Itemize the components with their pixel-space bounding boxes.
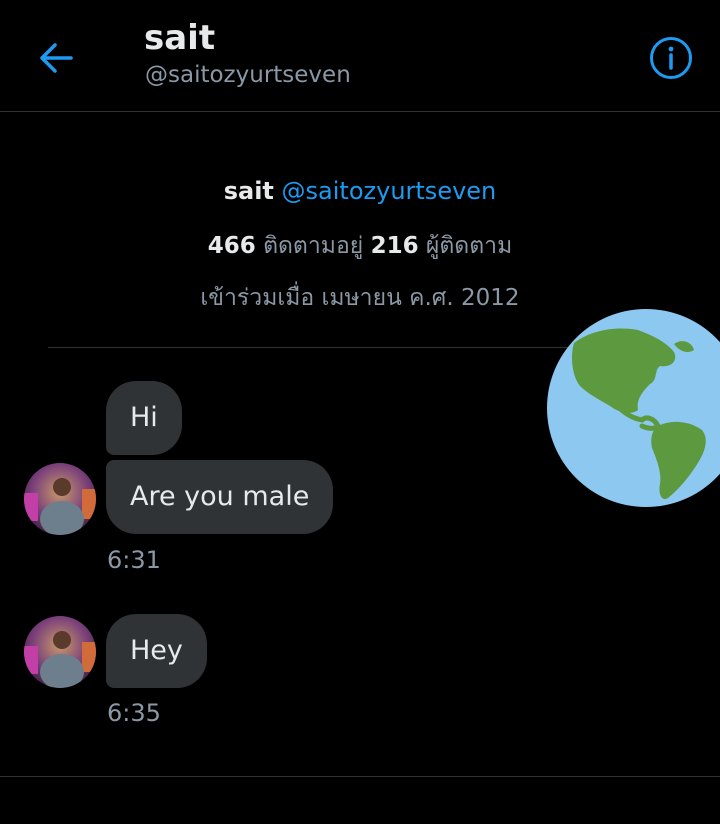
message-timestamp: 6:35 xyxy=(107,699,161,727)
message-text: Hey xyxy=(130,635,183,666)
message-text: Hi xyxy=(130,402,158,433)
followers-count: 216 xyxy=(370,233,419,259)
message-bubble[interactable]: Hey xyxy=(106,614,207,688)
back-button[interactable] xyxy=(34,38,78,78)
followers-label: ผู้ติดตาม xyxy=(425,233,513,259)
message-timestamp: 6:31 xyxy=(107,546,161,574)
earth-globe-icon xyxy=(547,309,720,507)
message-bubble[interactable]: Hi xyxy=(106,381,182,455)
back-arrow-icon xyxy=(40,43,73,73)
profile-handle: @saitozyurtseven xyxy=(281,177,497,205)
sender-avatar[interactable] xyxy=(24,616,96,688)
conversation-handle[interactable]: @saitozyurtseven xyxy=(145,60,351,90)
following-label: ติดตามอยู่ xyxy=(263,233,364,259)
composer-divider xyxy=(0,776,720,777)
message-text: Are you male xyxy=(130,481,310,512)
following-count: 466 xyxy=(207,233,256,259)
profile-stats: 466 ติดตามอยู่ 216 ผู้ติดตาม xyxy=(0,229,720,263)
sender-avatar[interactable] xyxy=(24,463,96,535)
conversation-header: sait @saitozyurtseven xyxy=(0,0,720,112)
avatar-image xyxy=(24,616,96,688)
avatar-image xyxy=(24,463,96,535)
message-bubble[interactable]: Are you male xyxy=(106,460,334,534)
conversation-title[interactable]: sait xyxy=(144,17,215,59)
profile-summary-name[interactable]: sait @saitozyurtseven xyxy=(0,174,720,208)
info-icon xyxy=(650,37,692,79)
conversation-info-button[interactable] xyxy=(648,35,694,81)
profile-name: sait xyxy=(223,177,274,205)
